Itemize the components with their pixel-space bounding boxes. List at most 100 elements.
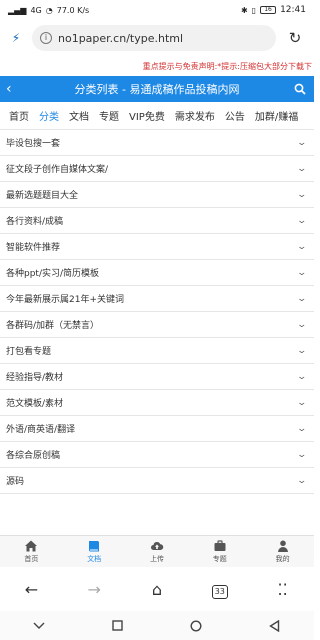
system-back-icon[interactable] [255, 619, 295, 632]
category-item[interactable]: 各行资料/成稿 ⌄ [0, 208, 314, 234]
url-text[interactable]: no1paper.cn/type.html [58, 32, 183, 45]
refresh-icon[interactable]: ↻ [284, 29, 306, 47]
category-item[interactable]: 源码 ⌄ [0, 468, 314, 494]
chevron-down-icon[interactable]: ⌄ [297, 242, 308, 252]
category-label[interactable]: 源码 [6, 474, 24, 487]
cloud-upload-icon [150, 542, 164, 550]
tabs-button[interactable]: 33 [205, 579, 235, 599]
nav-documents[interactable]: 文档 [63, 536, 126, 567]
system-home-icon[interactable] [176, 619, 216, 632]
system-down-icon[interactable] [19, 622, 59, 630]
chevron-down-icon[interactable]: ⌄ [297, 424, 308, 434]
tab-documents[interactable]: 文档 [64, 108, 94, 123]
url-field[interactable]: i no1paper.cn/type.html [32, 25, 276, 51]
category-label[interactable]: 各行资料/成稿 [6, 214, 63, 227]
category-label[interactable]: 最新选题题目大全 [6, 188, 78, 201]
system-recents-icon[interactable] [98, 620, 138, 631]
category-item[interactable]: 最新选题题目大全 ⌄ [0, 182, 314, 208]
nav-upload-label: 上传 [149, 555, 164, 563]
category-label[interactable]: 经验指导/教材 [6, 370, 63, 383]
chevron-down-icon[interactable]: ⌄ [297, 450, 308, 460]
briefcase-icon [214, 540, 226, 551]
chevron-down-icon[interactable]: ⌄ [297, 398, 308, 408]
category-label[interactable]: 征文段子创作自媒体文案/ [6, 162, 108, 175]
network-type: 4G [30, 5, 42, 15]
nav-home[interactable]: 首页 [0, 536, 63, 567]
user-icon [277, 540, 288, 552]
category-label[interactable]: 毕设包搜一套 [6, 136, 60, 149]
chevron-down-icon[interactable]: ⌄ [297, 346, 308, 356]
network-speed: 77.0 K/s [56, 5, 90, 15]
tab-count[interactable]: 33 [211, 585, 228, 599]
home-icon[interactable]: ⌂ [142, 580, 172, 599]
category-item[interactable]: 毕设包搜一套 ⌄ [0, 130, 314, 156]
back-icon[interactable]: ← [16, 580, 46, 599]
nav-profile[interactable]: 我的 [251, 536, 314, 567]
nav-profile-label: 我的 [275, 555, 290, 563]
book-icon [89, 541, 100, 552]
status-bar: ▂▄▆ 4G ◔ 77.0 K/s ✱ ▯ 16 12:41 [0, 0, 314, 20]
browser-toolbar: ← → ⌂ 33 ⁚⁚ [0, 567, 314, 611]
category-label[interactable]: 各综合原创稿 [6, 448, 60, 461]
category-item[interactable]: 征文段子创作自媒体文案/ ⌄ [0, 156, 314, 182]
category-item[interactable]: 各种ppt/实习/简历模板 ⌄ [0, 260, 314, 286]
chevron-down-icon[interactable]: ⌄ [297, 164, 308, 174]
page-header: ‹ 分类列表 - 易通成稿作品投稿内网 [0, 76, 314, 102]
tab-announcements[interactable]: 公告 [220, 108, 250, 123]
chevron-down-icon[interactable]: ⌄ [297, 268, 308, 278]
home-icon [25, 540, 38, 552]
chevron-down-icon[interactable]: ⌄ [297, 372, 308, 382]
tab-topics[interactable]: 专题 [94, 108, 124, 123]
tab-home[interactable]: 首页 [4, 108, 34, 123]
notice-banner: 重点提示与免责声明:*提示:压缩包大部分下载下 [0, 56, 314, 76]
vibrate-icon: ▯ [251, 5, 257, 15]
nav-documents-label: 文档 [87, 555, 102, 563]
address-bar: ⚡ i no1paper.cn/type.html ↻ [0, 20, 314, 56]
category-item[interactable]: 打包看专题 ⌄ [0, 338, 314, 364]
category-item[interactable]: 各群码/加群（无禁言） ⌄ [0, 312, 314, 338]
chevron-down-icon[interactable]: ⌄ [297, 190, 308, 200]
tab-vip-free[interactable]: VIP免费 [124, 108, 170, 123]
category-label[interactable]: 范文模板/素材 [6, 396, 63, 409]
nav-home-label: 首页 [24, 555, 39, 563]
page-title: 分类列表 - 易通成稿作品投稿内网 [74, 83, 240, 96]
info-icon[interactable]: i [40, 32, 52, 44]
category-label[interactable]: 各群码/加群（无禁言） [6, 318, 99, 331]
category-label[interactable]: 各种ppt/实习/简历模板 [6, 266, 99, 279]
chevron-down-icon[interactable]: ⌄ [297, 320, 308, 330]
nav-topics[interactable]: 专题 [188, 536, 251, 567]
chevron-down-icon[interactable]: ⌄ [297, 476, 308, 486]
category-label[interactable]: 智能软件推荐 [6, 240, 60, 253]
tab-join-group[interactable]: 加群/赚福 [250, 108, 303, 123]
category-item[interactable]: 智能软件推荐 ⌄ [0, 234, 314, 260]
lightning-icon[interactable]: ⚡ [8, 31, 24, 45]
category-item[interactable]: 范文模板/素材 ⌄ [0, 390, 314, 416]
category-tabs: 首页 分类 文档 专题 VIP免费 需求发布 公告 加群/赚福 [0, 102, 314, 130]
category-label[interactable]: 今年最新展示属21年+关键词 [6, 292, 124, 305]
category-item[interactable]: 经验指导/教材 ⌄ [0, 364, 314, 390]
chevron-down-icon[interactable]: ⌄ [297, 294, 308, 304]
category-label[interactable]: 外语/商英语/翻译 [6, 422, 75, 435]
chevron-down-icon[interactable]: ⌄ [297, 216, 308, 226]
category-item[interactable]: 今年最新展示属21年+关键词 ⌄ [0, 286, 314, 312]
tab-category[interactable]: 分类 [34, 108, 64, 123]
forward-icon[interactable]: → [79, 580, 109, 599]
nav-upload[interactable]: 上传 [126, 536, 189, 567]
signal-icon: ▂▄▆ [8, 5, 27, 15]
wifi-icon: ◔ [45, 5, 53, 15]
clock: 12:41 [280, 5, 306, 15]
category-item[interactable]: 外语/商英语/翻译 ⌄ [0, 416, 314, 442]
search-icon[interactable] [292, 80, 308, 99]
bottom-navigation: 首页 文档 上传 专题 我的 [0, 535, 314, 567]
category-list: 毕设包搜一套 ⌄ 征文段子创作自媒体文案/ ⌄ 最新选题题目大全 ⌄ 各行资料/成稿 ⌄… [0, 130, 314, 494]
system-navigation [0, 611, 314, 640]
back-arrow-icon[interactable]: ‹ [6, 81, 22, 97]
nav-topics-label: 专题 [212, 555, 227, 563]
chevron-down-icon[interactable]: ⌄ [297, 138, 308, 148]
bluetooth-icon: ✱ [240, 5, 248, 15]
battery-icon: 16 [260, 6, 277, 14]
category-label[interactable]: 打包看专题 [6, 344, 51, 357]
menu-dots-icon[interactable]: ⁚⁚ [268, 580, 298, 599]
tab-requests[interactable]: 需求发布 [170, 108, 220, 123]
category-item[interactable]: 各综合原创稿 ⌄ [0, 442, 314, 468]
